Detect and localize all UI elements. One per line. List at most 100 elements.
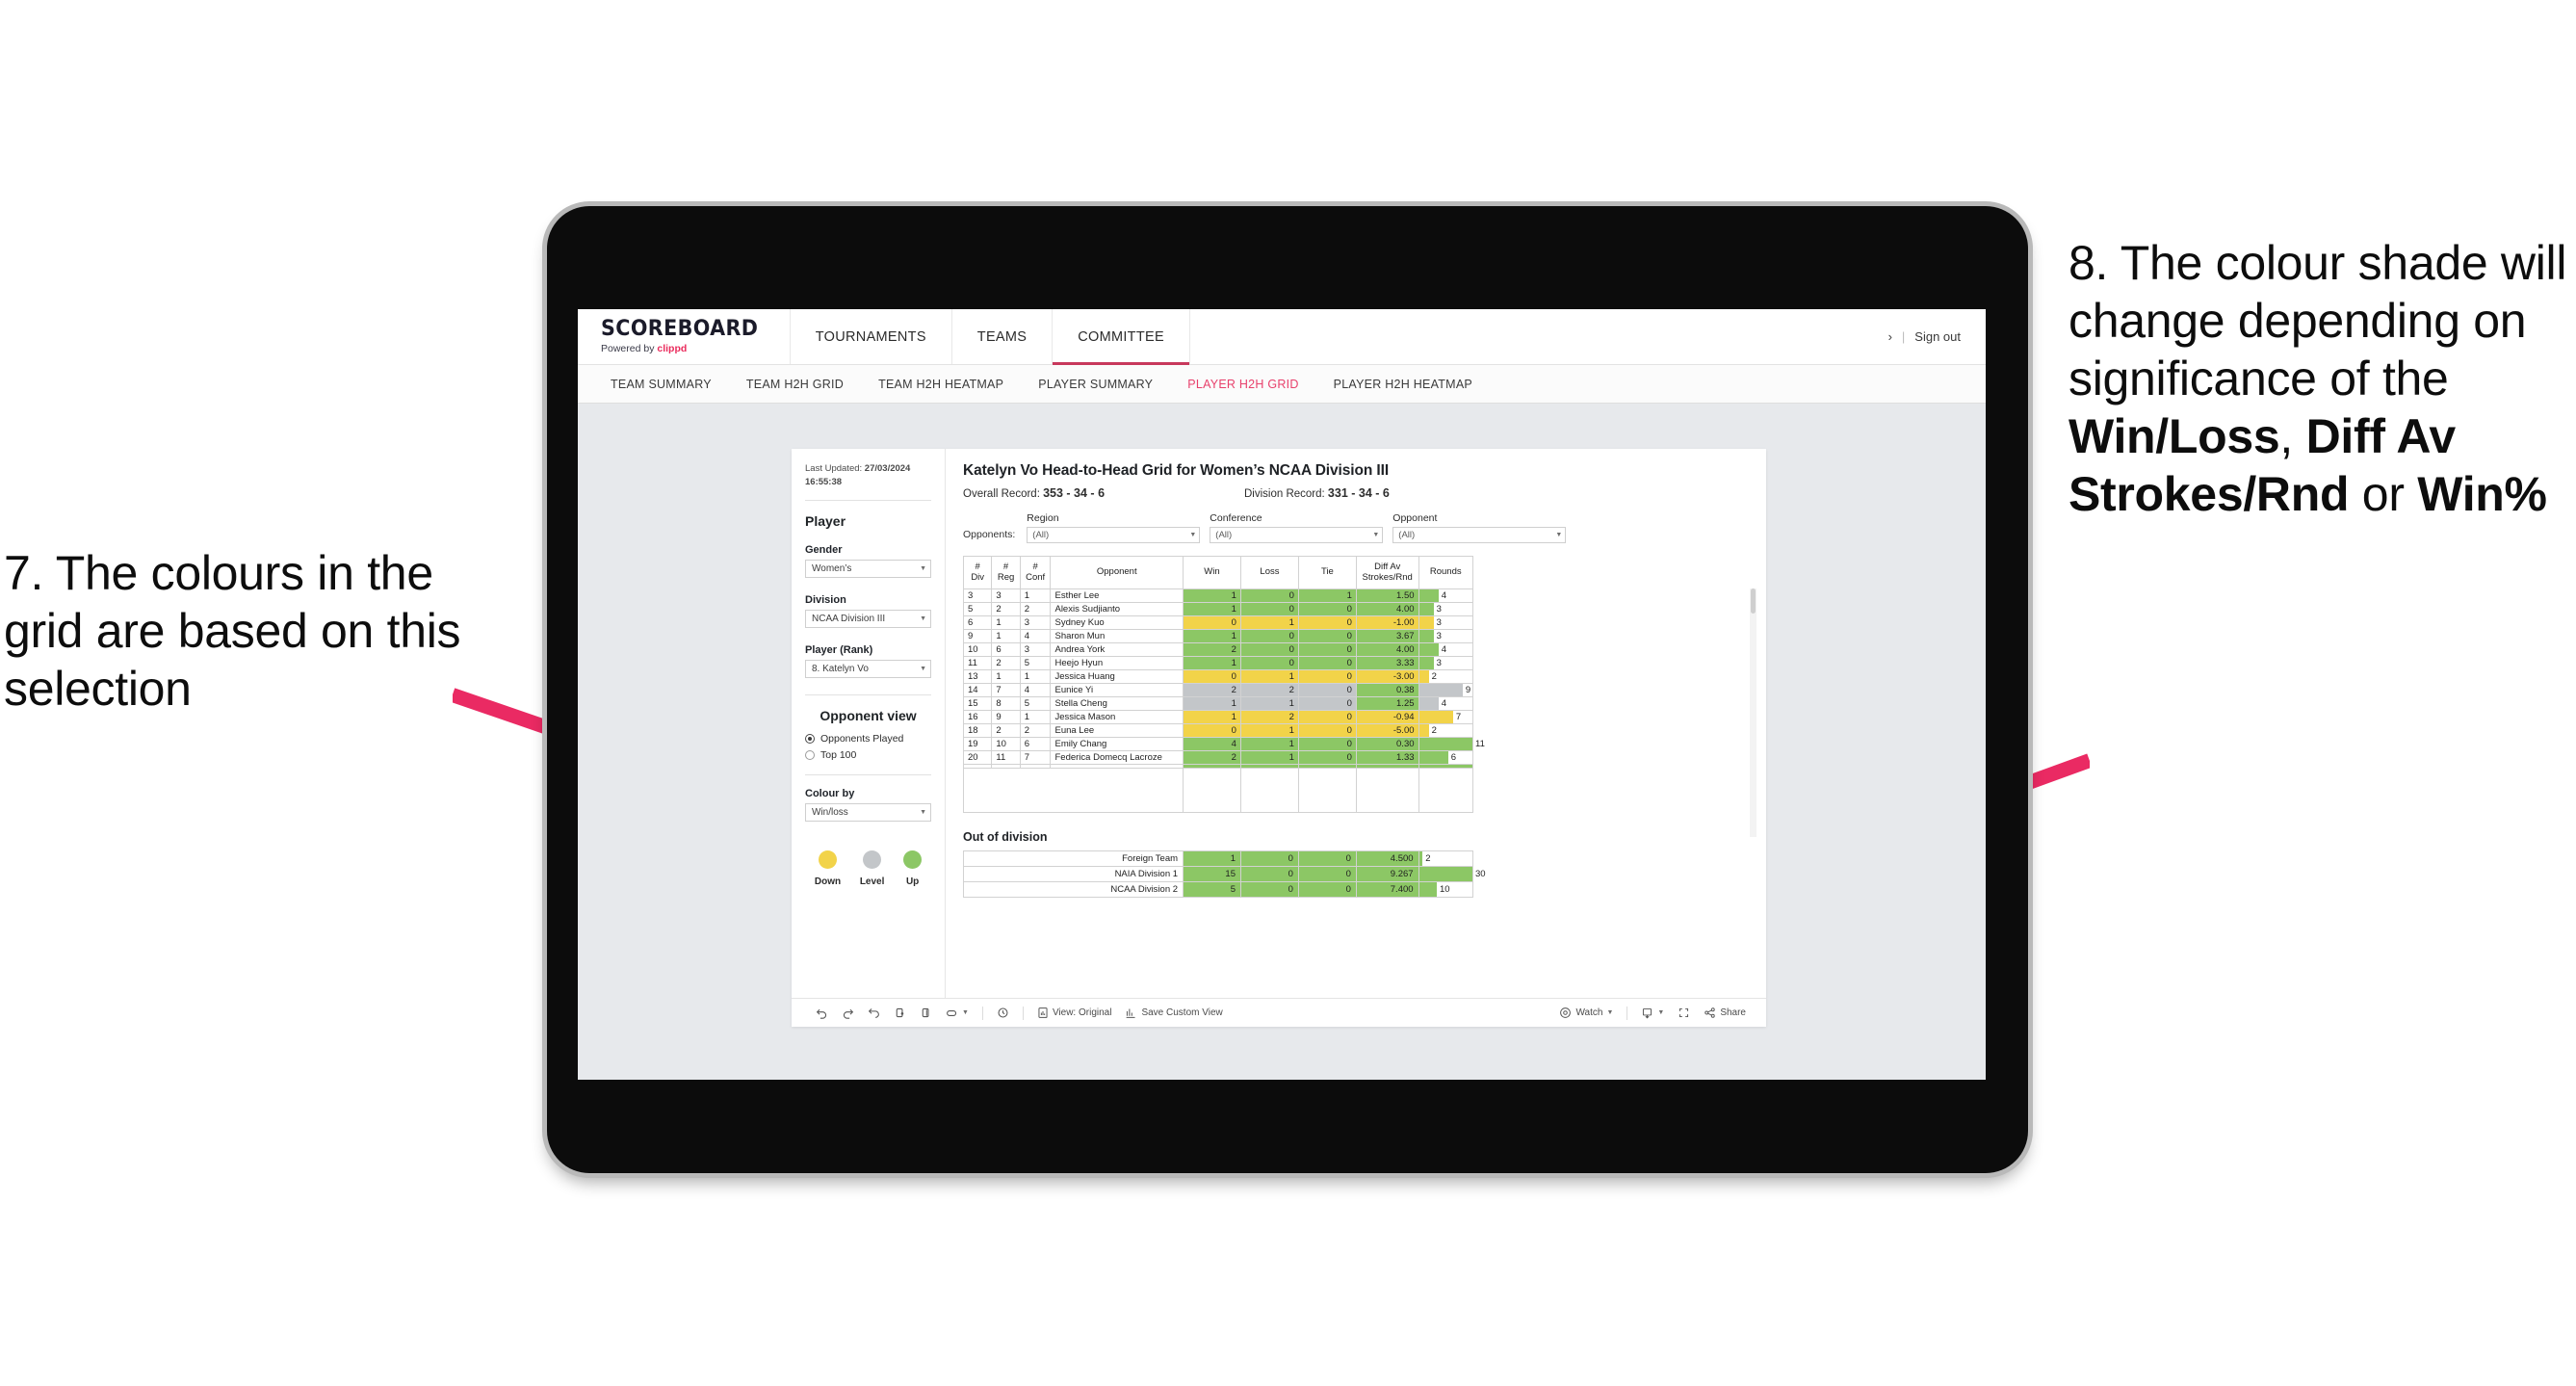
sign-out-link[interactable]: Sign out <box>1914 329 1961 344</box>
cell-rounds[interactable]: 3 <box>1418 602 1474 616</box>
cell-rounds[interactable]: 4 <box>1418 696 1474 711</box>
cell-reg[interactable]: 2 <box>991 723 1021 738</box>
cell-win[interactable]: 4 <box>1183 737 1241 751</box>
col-reg[interactable]: # Reg <box>991 556 1021 589</box>
cell-reg[interactable]: 9 <box>991 710 1021 724</box>
cell-div[interactable]: 14 <box>962 683 993 697</box>
cell-reg[interactable]: 7 <box>991 683 1021 697</box>
cell-ood-rounds[interactable]: 10 <box>1418 881 1474 898</box>
cell-tie[interactable]: 0 <box>1297 602 1357 616</box>
cell-reg[interactable]: 1 <box>991 615 1021 630</box>
cell-reg[interactable]: 1 <box>991 669 1021 684</box>
col-div[interactable]: # Div <box>962 556 993 589</box>
cell-rounds[interactable]: 3 <box>1418 629 1474 643</box>
cell-diff[interactable]: 0.30 <box>1355 737 1419 751</box>
cell-ood-tie[interactable]: 0 <box>1297 850 1357 867</box>
cell-diff[interactable]: 4.00 <box>1355 642 1419 657</box>
cell-win[interactable]: 2 <box>1183 683 1241 697</box>
cell-loss[interactable]: 1 <box>1239 615 1299 630</box>
cell-loss[interactable]: 2 <box>1239 710 1299 724</box>
cell-win[interactable]: 1 <box>1183 696 1241 711</box>
cell-rounds[interactable]: 2 <box>1418 723 1474 738</box>
cell-win[interactable]: 0 <box>1183 615 1241 630</box>
cell-rounds[interactable]: 3 <box>1418 656 1474 670</box>
revert-button[interactable] <box>861 1007 887 1019</box>
cell-rounds[interactable]: 9 <box>1418 683 1474 697</box>
brand-logo[interactable]: SCOREBOARD Powered by clippd <box>578 309 791 364</box>
nav-item-teams[interactable]: TEAMS <box>952 309 1054 364</box>
view-original-button[interactable]: View: Original <box>1030 1007 1119 1019</box>
cell-loss[interactable]: 0 <box>1239 642 1299 657</box>
cell-ood-loss[interactable]: 0 <box>1240 850 1299 867</box>
shape-dropdown[interactable]: ▼ <box>939 1008 976 1018</box>
table-row[interactable]: 10 6 3 Andrea York 2 0 0 4.00 4 <box>962 642 1474 657</box>
subnav-item-team-summary[interactable]: TEAM SUMMARY <box>593 378 729 391</box>
cell-ood-win[interactable]: 1 <box>1183 850 1241 867</box>
cell-div[interactable]: 15 <box>962 696 993 711</box>
cell-diff[interactable]: 0.38 <box>1355 683 1419 697</box>
subnav-item-player-h2h-grid[interactable]: PLAYER H2H GRID <box>1170 378 1315 391</box>
share-button[interactable]: Share <box>1697 1007 1753 1019</box>
col-diff-av-strokes[interactable]: Diff Av Strokes/Rnd <box>1355 556 1419 589</box>
cell-diff[interactable]: 3.33 <box>1355 656 1419 670</box>
clock-button[interactable] <box>990 1007 1016 1019</box>
player-rank-select[interactable]: 8. Katelyn Vo ▼ <box>805 659 931 678</box>
col-loss[interactable]: Loss <box>1239 556 1299 589</box>
cell-rounds[interactable]: 7 <box>1418 710 1474 724</box>
table-row[interactable]: 6 1 3 Sydney Kuo 0 1 0 -1.00 3 <box>962 615 1474 630</box>
col-tie[interactable]: Tie <box>1297 556 1357 589</box>
nav-item-tournaments[interactable]: TOURNAMENTS <box>791 309 952 364</box>
subnav-item-team-h2h-heatmap[interactable]: TEAM H2H HEATMAP <box>861 378 1021 391</box>
cell-tie[interactable]: 0 <box>1297 696 1357 711</box>
chevron-right-icon[interactable]: › <box>1888 329 1892 344</box>
cell-tie[interactable]: 0 <box>1297 656 1357 670</box>
cell-div[interactable]: 11 <box>962 656 993 670</box>
cell-conf[interactable]: 2 <box>1019 602 1052 616</box>
save-custom-view-button[interactable]: Save Custom View <box>1118 1007 1229 1019</box>
cell-ood-loss[interactable]: 0 <box>1240 866 1299 882</box>
cell-reg[interactable]: 6 <box>991 642 1021 657</box>
table-row[interactable]: 18 2 2 Euna Lee 0 1 0 -5.00 2 <box>962 723 1474 738</box>
cell-win[interactable]: 0 <box>1183 669 1241 684</box>
fullscreen-button[interactable] <box>1671 1007 1697 1019</box>
cell-loss[interactable]: 0 <box>1239 629 1299 643</box>
cell-conf[interactable]: 1 <box>1019 710 1052 724</box>
cell-conf[interactable]: 4 <box>1019 629 1052 643</box>
watch-button[interactable]: Watch ▼ <box>1552 1007 1620 1019</box>
filter-conference-select[interactable]: (All) ▼ <box>1210 527 1384 543</box>
out-of-division-row[interactable]: NCAA Division 2 5 0 0 7.400 10 <box>962 881 1474 898</box>
cell-opponent[interactable]: Esther Lee <box>1050 588 1184 603</box>
cell-tie[interactable]: 0 <box>1297 750 1357 765</box>
cell-ood-tie[interactable]: 0 <box>1297 866 1357 882</box>
gender-select[interactable]: Women’s ▼ <box>805 559 931 578</box>
refresh-button[interactable] <box>887 1007 913 1019</box>
subnav-item-player-summary[interactable]: PLAYER SUMMARY <box>1021 378 1170 391</box>
cell-tie[interactable]: 0 <box>1297 629 1357 643</box>
cell-rounds[interactable]: 2 <box>1418 669 1474 684</box>
radio-opponents-played[interactable]: Opponents Played <box>805 733 931 745</box>
table-row[interactable]: 20 11 7 Federica Domecq Lacroze 2 1 0 1.33 6 <box>962 750 1474 765</box>
cell-reg[interactable]: 11 <box>991 750 1021 765</box>
grid-scrollbar[interactable] <box>1750 588 1756 837</box>
cell-diff[interactable]: 3.67 <box>1355 629 1419 643</box>
cell-loss[interactable]: 1 <box>1239 669 1299 684</box>
cell-conf[interactable]: 5 <box>1019 656 1052 670</box>
cell-rounds[interactable]: 11 <box>1418 737 1485 751</box>
cell-loss[interactable]: 0 <box>1239 588 1299 603</box>
cell-diff[interactable]: 1.25 <box>1355 696 1419 711</box>
cell-rounds[interactable]: 3 <box>1418 615 1474 630</box>
cell-win[interactable]: 1 <box>1183 710 1241 724</box>
cell-ood-name[interactable]: Foreign Team <box>962 850 1184 867</box>
filter-opponent-select[interactable]: (All) ▼ <box>1392 527 1567 543</box>
col-win[interactable]: Win <box>1183 556 1241 589</box>
cell-win[interactable]: 1 <box>1183 656 1241 670</box>
cell-opponent[interactable]: Jessica Huang <box>1050 669 1184 684</box>
cell-loss[interactable]: 1 <box>1239 696 1299 711</box>
table-row[interactable]: 3 3 1 Esther Lee 1 0 1 1.50 4 <box>962 588 1474 603</box>
table-row[interactable]: 14 7 4 Eunice Yi 2 2 0 0.38 9 <box>962 683 1474 697</box>
cell-opponent[interactable]: Euna Lee <box>1050 723 1184 738</box>
cell-opponent[interactable]: Emily Chang <box>1050 737 1184 751</box>
cell-ood-tie[interactable]: 0 <box>1297 881 1357 898</box>
col-rounds[interactable]: Rounds <box>1418 556 1474 589</box>
cell-conf[interactable]: 1 <box>1019 669 1052 684</box>
